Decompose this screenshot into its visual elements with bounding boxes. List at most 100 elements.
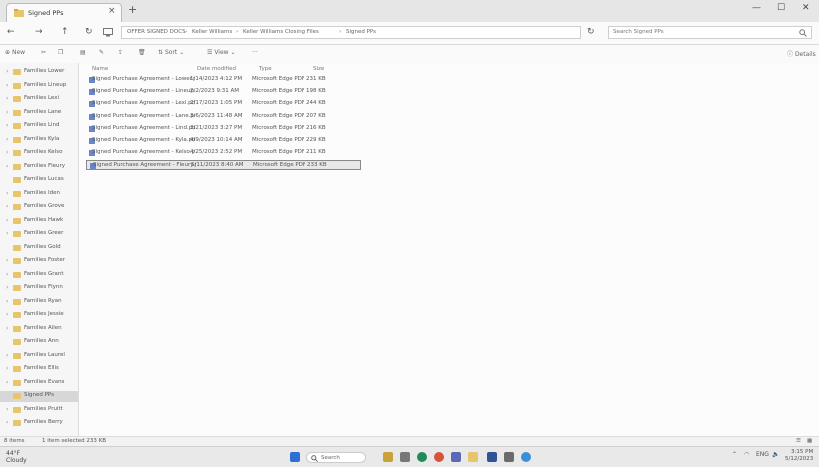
table-row[interactable]: Signed Purchase Agreement - Lower.pdf 1/1… (86, 75, 361, 85)
sidebar-item[interactable]: › Families Flynn (0, 283, 78, 294)
edge-icon[interactable] (521, 452, 531, 462)
store-icon[interactable] (504, 452, 514, 462)
new-button[interactable]: ⊕ New (5, 49, 25, 56)
maximize-button[interactable]: ☐ (777, 3, 785, 13)
address-path[interactable]: OFFER SIGNED DOCS › Keller Williams › Ke… (121, 26, 581, 39)
copy-icon[interactable]: ❐ (58, 49, 63, 56)
sidebar-item[interactable]: › Families Iden (0, 189, 78, 200)
sidebar-item[interactable]: › Families Pruitt (0, 405, 78, 416)
monitor-icon[interactable] (103, 28, 113, 37)
sidebar-item[interactable]: › Families Jessie (0, 310, 78, 321)
chevron-right-icon[interactable]: › (6, 82, 8, 89)
breadcrumb-closing[interactable]: Keller Williams Closing Files (243, 29, 319, 35)
close-window-button[interactable]: ✕ (802, 3, 810, 13)
sidebar-item[interactable]: › Families Laurel (0, 351, 78, 362)
table-row[interactable]: Signed Purchase Agreement - Kelso.pdf 4/2… (86, 148, 361, 158)
chevron-right-icon[interactable]: › (6, 298, 8, 305)
sidebar-item[interactable]: › Families Foster (0, 256, 78, 267)
window-tab[interactable]: Signed PPs × (6, 3, 122, 22)
paste-icon[interactable]: ▤ (80, 49, 86, 56)
chevron-right-icon[interactable]: › (6, 365, 8, 372)
column-date[interactable]: Date modified (197, 66, 236, 72)
sidebar-item[interactable]: Signed PPs (0, 391, 78, 402)
sidebar-item[interactable]: Families Lucas (0, 175, 78, 186)
breadcrumb-current[interactable]: Signed PPs (346, 29, 376, 35)
chrome-icon[interactable] (434, 452, 444, 462)
sidebar-item[interactable]: › Families Lexi (0, 94, 78, 105)
chevron-right-icon[interactable]: › (6, 406, 8, 413)
delete-icon[interactable]: 🗑 (138, 49, 146, 56)
table-row[interactable]: Signed Purchase Agreement - Lind.pdf 3/21… (86, 124, 361, 134)
sidebar-item[interactable]: › Families Grove (0, 202, 78, 213)
details-button[interactable]: ⓘ Details (787, 49, 816, 58)
sidebar-item[interactable]: Families Gold (0, 243, 78, 254)
sidebar-item[interactable]: › Families Evans (0, 378, 78, 389)
word-icon[interactable] (487, 452, 497, 462)
sidebar-item[interactable]: › Families Kyla (0, 135, 78, 146)
table-row[interactable]: Signed Purchase Agreement - Fleury.pdf 5/… (86, 160, 361, 171)
sidebar-item[interactable]: › Families Berry (0, 418, 78, 429)
chevron-up-icon[interactable]: ⌃ (732, 451, 737, 458)
sidebar-item[interactable]: › Families Lower (0, 67, 78, 78)
chevron-right-icon[interactable]: › (6, 109, 8, 116)
share-icon[interactable]: ⇪ (118, 49, 123, 56)
column-type[interactable]: Type (259, 66, 272, 72)
mail-icon[interactable] (451, 452, 461, 462)
sidebar-item[interactable]: › Families Greer (0, 229, 78, 240)
chevron-right-icon[interactable]: › (6, 190, 8, 197)
sidebar-item[interactable]: › Families Lane (0, 108, 78, 119)
up-arrow-icon[interactable]: ↑ (61, 27, 69, 37)
breadcrumb-root[interactable]: OFFER SIGNED DOCS (127, 29, 186, 35)
chevron-right-icon[interactable]: › (6, 230, 8, 237)
chevron-right-icon[interactable]: › (6, 257, 8, 264)
sidebar-item[interactable]: › Families Lind (0, 121, 78, 132)
rename-icon[interactable]: ✎ (99, 49, 104, 56)
new-tab-button[interactable]: + (128, 3, 137, 16)
sidebar-item[interactable]: › Families Fleury (0, 162, 78, 173)
sidebar-item[interactable]: › Families Ellis (0, 364, 78, 375)
column-size[interactable]: Size (313, 66, 324, 72)
chevron-right-icon[interactable]: › (6, 284, 8, 291)
chevron-right-icon[interactable]: › (6, 217, 8, 224)
sort-button[interactable]: ⇅ Sort ⌄ (158, 49, 184, 56)
table-row[interactable]: Signed Purchase Agreement - Kyla.pdf 4/9/… (86, 136, 361, 146)
more-button[interactable]: ··· (252, 49, 258, 56)
sidebar-item[interactable]: › Families Allen (0, 324, 78, 335)
chevron-right-icon[interactable]: › (6, 95, 8, 102)
chevron-right-icon[interactable]: › (6, 311, 8, 318)
sidebar-item[interactable]: › Families Kelso (0, 148, 78, 159)
refresh-path-icon[interactable]: ↻ (587, 27, 595, 37)
chevron-right-icon[interactable]: › (6, 149, 8, 156)
minimize-button[interactable]: — (752, 3, 761, 13)
chevron-right-icon[interactable]: › (6, 325, 8, 332)
column-name[interactable]: Name (92, 66, 108, 72)
lang-indicator[interactable]: ENG (756, 451, 769, 458)
sidebar-item[interactable]: Families Ann (0, 337, 78, 348)
refresh-icon[interactable]: ↻ (85, 27, 93, 37)
chevron-right-icon[interactable]: › (6, 419, 8, 426)
chevron-right-icon[interactable]: › (6, 163, 8, 170)
clock[interactable]: 3:15 PM 5/12/2023 (785, 449, 813, 463)
volume-icon[interactable]: 🔈 (772, 451, 779, 458)
widgets-icon[interactable] (383, 452, 393, 462)
chevron-right-icon[interactable]: › (6, 122, 8, 129)
wifi-icon[interactable]: ◠ (744, 451, 749, 458)
browser-icon[interactable] (417, 452, 427, 462)
sidebar-item[interactable]: › Families Grant (0, 270, 78, 281)
view-button[interactable]: ☰ View ⌄ (207, 49, 236, 56)
weather-widget[interactable]: 44°F Cloudy (6, 450, 27, 464)
chevron-right-icon[interactable]: › (6, 203, 8, 210)
tab-close-icon[interactable]: × (108, 6, 116, 16)
table-row[interactable]: Signed Purchase Agreement - Lineup.pdf 2/… (86, 87, 361, 97)
file-explorer-icon[interactable] (468, 452, 478, 462)
sidebar-item[interactable]: › Families Lineup (0, 81, 78, 92)
start-icon[interactable] (290, 452, 300, 462)
chevron-right-icon[interactable]: › (6, 68, 8, 75)
taskbar-search[interactable]: Search (306, 452, 366, 463)
table-row[interactable]: Signed Purchase Agreement - Lexi.pdf 2/17… (86, 99, 361, 109)
cut-icon[interactable]: ✂ (41, 49, 46, 56)
sidebar-item[interactable]: › Families Ryan (0, 297, 78, 308)
task-view-icon[interactable] (400, 452, 410, 462)
chevron-right-icon[interactable]: › (6, 379, 8, 386)
details-view-icon[interactable]: ☰ (796, 438, 801, 444)
